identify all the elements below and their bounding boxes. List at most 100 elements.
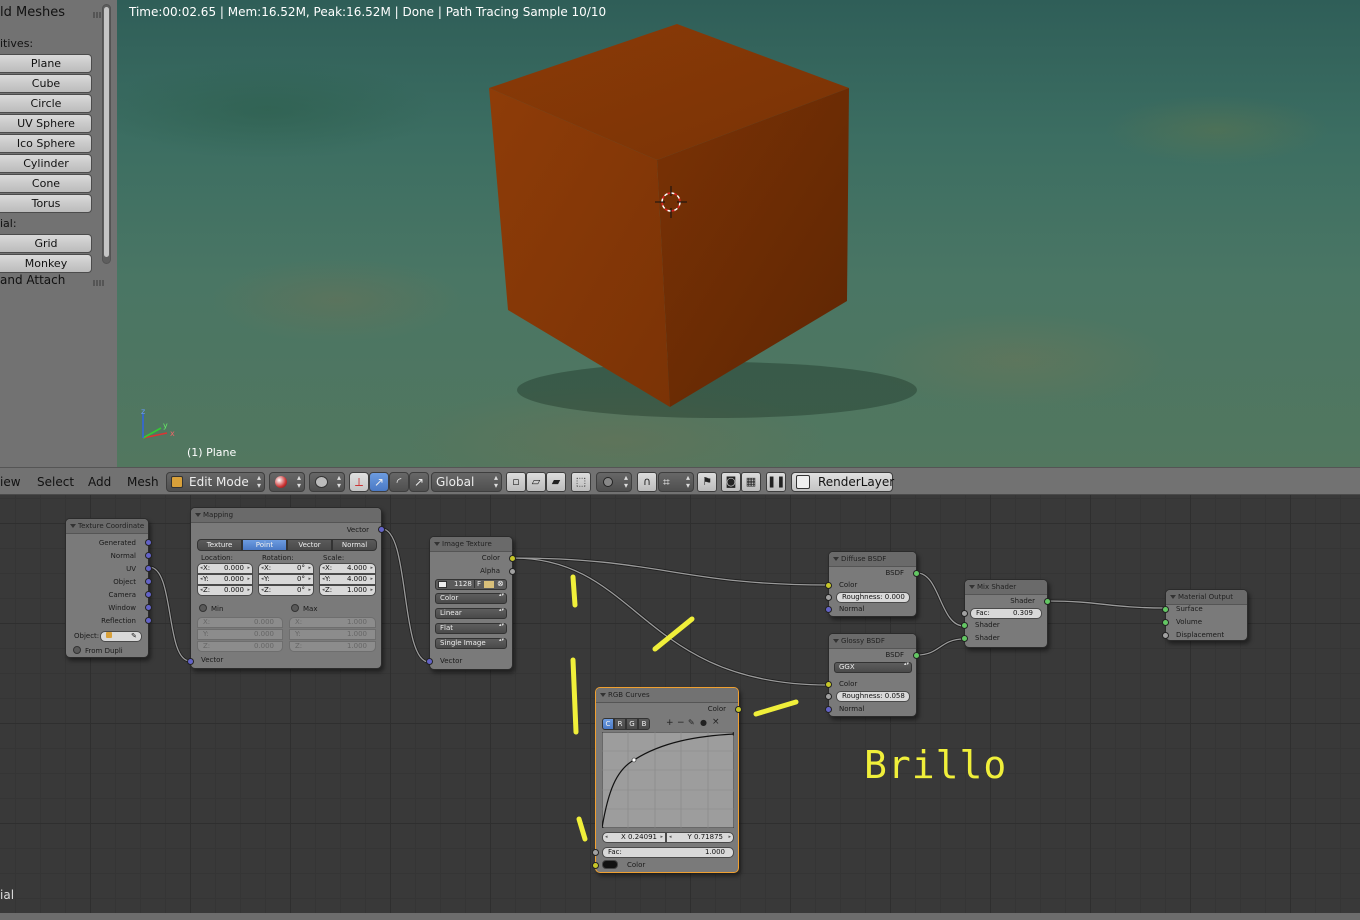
unlink-image-icon[interactable]: ⊗ bbox=[497, 579, 504, 588]
link-uv-mapping[interactable] bbox=[148, 566, 191, 662]
channel-b-tab[interactable]: B bbox=[638, 718, 650, 730]
socket-shader-out[interactable] bbox=[1044, 598, 1051, 605]
render-layer-field[interactable]: RenderLayer bbox=[791, 472, 894, 492]
node-title[interactable]: Texture Coordinate bbox=[66, 519, 148, 534]
scale-y-field[interactable]: ◂ Y: 4.000 ▸ bbox=[319, 574, 376, 585]
add-meshes-header[interactable]: ld Meshes bbox=[0, 5, 65, 20]
fac-field[interactable]: Fac: 1.000 bbox=[602, 847, 734, 858]
socket-normal-in[interactable] bbox=[825, 606, 832, 613]
object-field[interactable]: ✎ bbox=[100, 631, 142, 642]
socket-vector-in[interactable] bbox=[426, 658, 433, 665]
shading-select[interactable]: ▴ ▾ bbox=[269, 472, 305, 492]
open-image-icon[interactable] bbox=[484, 581, 494, 588]
add-circle-button[interactable]: Circle bbox=[0, 94, 92, 113]
mode-select[interactable]: Edit Mode ▴ ▾ bbox=[166, 472, 265, 492]
scale-x-field[interactable]: ◂ X: 4.000 ▸ bbox=[319, 563, 376, 574]
node-title[interactable]: Diffuse BSDF bbox=[829, 552, 916, 567]
socket-fac-in[interactable] bbox=[592, 849, 599, 856]
socket-generated[interactable] bbox=[145, 539, 152, 546]
rotation-x-field[interactable]: ◂ X: 0° ▸ bbox=[258, 563, 314, 574]
node-editor-canvas[interactable]: Texture Coordinate Generated Normal UV O… bbox=[0, 495, 1360, 913]
fac-field[interactable]: Fac: 0.309 bbox=[970, 608, 1042, 619]
node-title[interactable]: Material Output bbox=[1166, 590, 1247, 605]
channel-r-tab[interactable]: R bbox=[614, 718, 626, 730]
channel-c-tab[interactable]: C bbox=[602, 718, 614, 730]
curve-x-field[interactable]: ◂ X 0.24091 ▸ bbox=[602, 832, 666, 843]
socket-normal[interactable] bbox=[145, 552, 152, 559]
socket-fac-in[interactable] bbox=[961, 610, 968, 617]
socket-color-out[interactable] bbox=[509, 555, 516, 562]
node-title[interactable]: Image Texture bbox=[430, 537, 512, 552]
socket-bsdf-out[interactable] bbox=[913, 570, 920, 577]
socket-shader2-in[interactable] bbox=[961, 635, 968, 642]
location-y-field[interactable]: ◂ Y: 0.000 ▸ bbox=[197, 574, 253, 585]
panel-grip-icon[interactable] bbox=[93, 280, 105, 286]
source-select[interactable]: Single Image bbox=[435, 638, 507, 649]
tab-point[interactable]: Point bbox=[242, 539, 287, 551]
socket-color-in[interactable] bbox=[825, 582, 832, 589]
node-title[interactable]: RGB Curves bbox=[596, 688, 738, 703]
menu-view[interactable]: iew bbox=[0, 475, 21, 489]
add-uv-sphere-button[interactable]: UV Sphere bbox=[0, 114, 92, 133]
roughness-field[interactable]: Roughness: 0.058 bbox=[836, 691, 910, 702]
scale-manipulator[interactable]: ↗ bbox=[409, 472, 429, 492]
socket-volume-in[interactable] bbox=[1162, 619, 1169, 626]
link-diffuse-mix[interactable] bbox=[916, 572, 965, 627]
3d-cursor-icon[interactable] bbox=[655, 186, 687, 218]
tab-vector[interactable]: Vector bbox=[287, 539, 332, 551]
limit-selection-icon[interactable]: ⬚ bbox=[571, 472, 591, 492]
link-image-glossy[interactable] bbox=[512, 557, 829, 686]
node-diffuse-bsdf[interactable]: Diffuse BSDF BSDF Color Roughness: 0.000… bbox=[825, 551, 920, 617]
add-cube-button[interactable]: Cube bbox=[0, 74, 92, 93]
socket-color-out[interactable] bbox=[735, 706, 742, 713]
join-attach-header[interactable]: and Attach bbox=[0, 273, 65, 287]
socket-color-in[interactable] bbox=[825, 681, 832, 688]
curve-editor[interactable] bbox=[602, 732, 734, 828]
menu-add[interactable]: Add bbox=[88, 475, 111, 489]
socket-reflection[interactable] bbox=[145, 617, 152, 624]
location-z-field[interactable]: ◂ Z: 0.000 ▸ bbox=[197, 585, 253, 596]
edge-select-icon[interactable]: ▱ bbox=[526, 472, 546, 492]
tab-normal[interactable]: Normal bbox=[332, 539, 377, 551]
min-checkbox[interactable] bbox=[199, 604, 207, 612]
orientation-select[interactable]: Global ▴ ▾ bbox=[431, 472, 502, 492]
socket-window[interactable] bbox=[145, 604, 152, 611]
vertex-select-icon[interactable]: ▫ bbox=[506, 472, 526, 492]
from-dupli-checkbox[interactable] bbox=[73, 646, 81, 654]
node-mix-shader[interactable]: Mix Shader Shader Fac: 0.309 Shader Shade… bbox=[961, 579, 1051, 648]
face-select-icon[interactable]: ▰ bbox=[546, 472, 566, 492]
socket-shader1-in[interactable] bbox=[961, 622, 968, 629]
fake-user-toggle[interactable]: F bbox=[474, 580, 481, 588]
menu-mesh[interactable]: Mesh bbox=[127, 475, 159, 489]
node-image-texture[interactable]: Image Texture Color Alpha 1128 F ⊗ Color… bbox=[426, 536, 516, 670]
link-glossy-mix[interactable] bbox=[916, 638, 965, 656]
projection-select[interactable]: Flat bbox=[435, 623, 507, 634]
curve-y-field[interactable]: ◂ Y 0.71875 ▸ bbox=[666, 832, 734, 843]
add-ico-sphere-button[interactable]: Ico Sphere bbox=[0, 134, 92, 153]
link-image-diffuse[interactable] bbox=[512, 557, 829, 586]
toolshelf-scrollbar[interactable] bbox=[102, 4, 111, 264]
manipulator-toggle[interactable]: ⟂ bbox=[349, 472, 369, 492]
socket-bsdf-out[interactable] bbox=[913, 652, 920, 659]
socket-displacement-in[interactable] bbox=[1162, 632, 1169, 639]
tab-texture[interactable]: Texture bbox=[197, 539, 242, 551]
rotate-manipulator[interactable]: ◜ bbox=[389, 472, 409, 492]
scale-z-field[interactable]: ◂ Z: 1.000 ▸ bbox=[319, 585, 376, 596]
node-title[interactable]: Mix Shader bbox=[965, 580, 1047, 595]
add-cone-button[interactable]: Cone bbox=[0, 174, 92, 193]
curve-point[interactable] bbox=[631, 757, 637, 763]
socket-object[interactable] bbox=[145, 578, 152, 585]
zoom-out-icon[interactable]: − bbox=[677, 718, 685, 728]
add-monkey-button[interactable]: Monkey bbox=[0, 254, 92, 273]
min-z-field[interactable]: Z: 0.000 bbox=[197, 641, 283, 652]
socket-vector-out[interactable] bbox=[378, 526, 385, 533]
pause-icon[interactable]: ❚❚ bbox=[766, 472, 786, 492]
socket-uv[interactable] bbox=[145, 565, 152, 572]
max-z-field[interactable]: Z: 1.000 bbox=[289, 641, 376, 652]
rotation-z-field[interactable]: ◂ Z: 0° ▸ bbox=[258, 585, 314, 596]
socket-alpha-out[interactable] bbox=[509, 568, 516, 575]
add-grid-button[interactable]: Grid bbox=[0, 234, 92, 253]
distribution-select[interactable]: GGX bbox=[834, 662, 912, 673]
socket-surface-in[interactable] bbox=[1162, 606, 1169, 613]
clipping-dot-icon[interactable]: ● bbox=[700, 718, 707, 727]
